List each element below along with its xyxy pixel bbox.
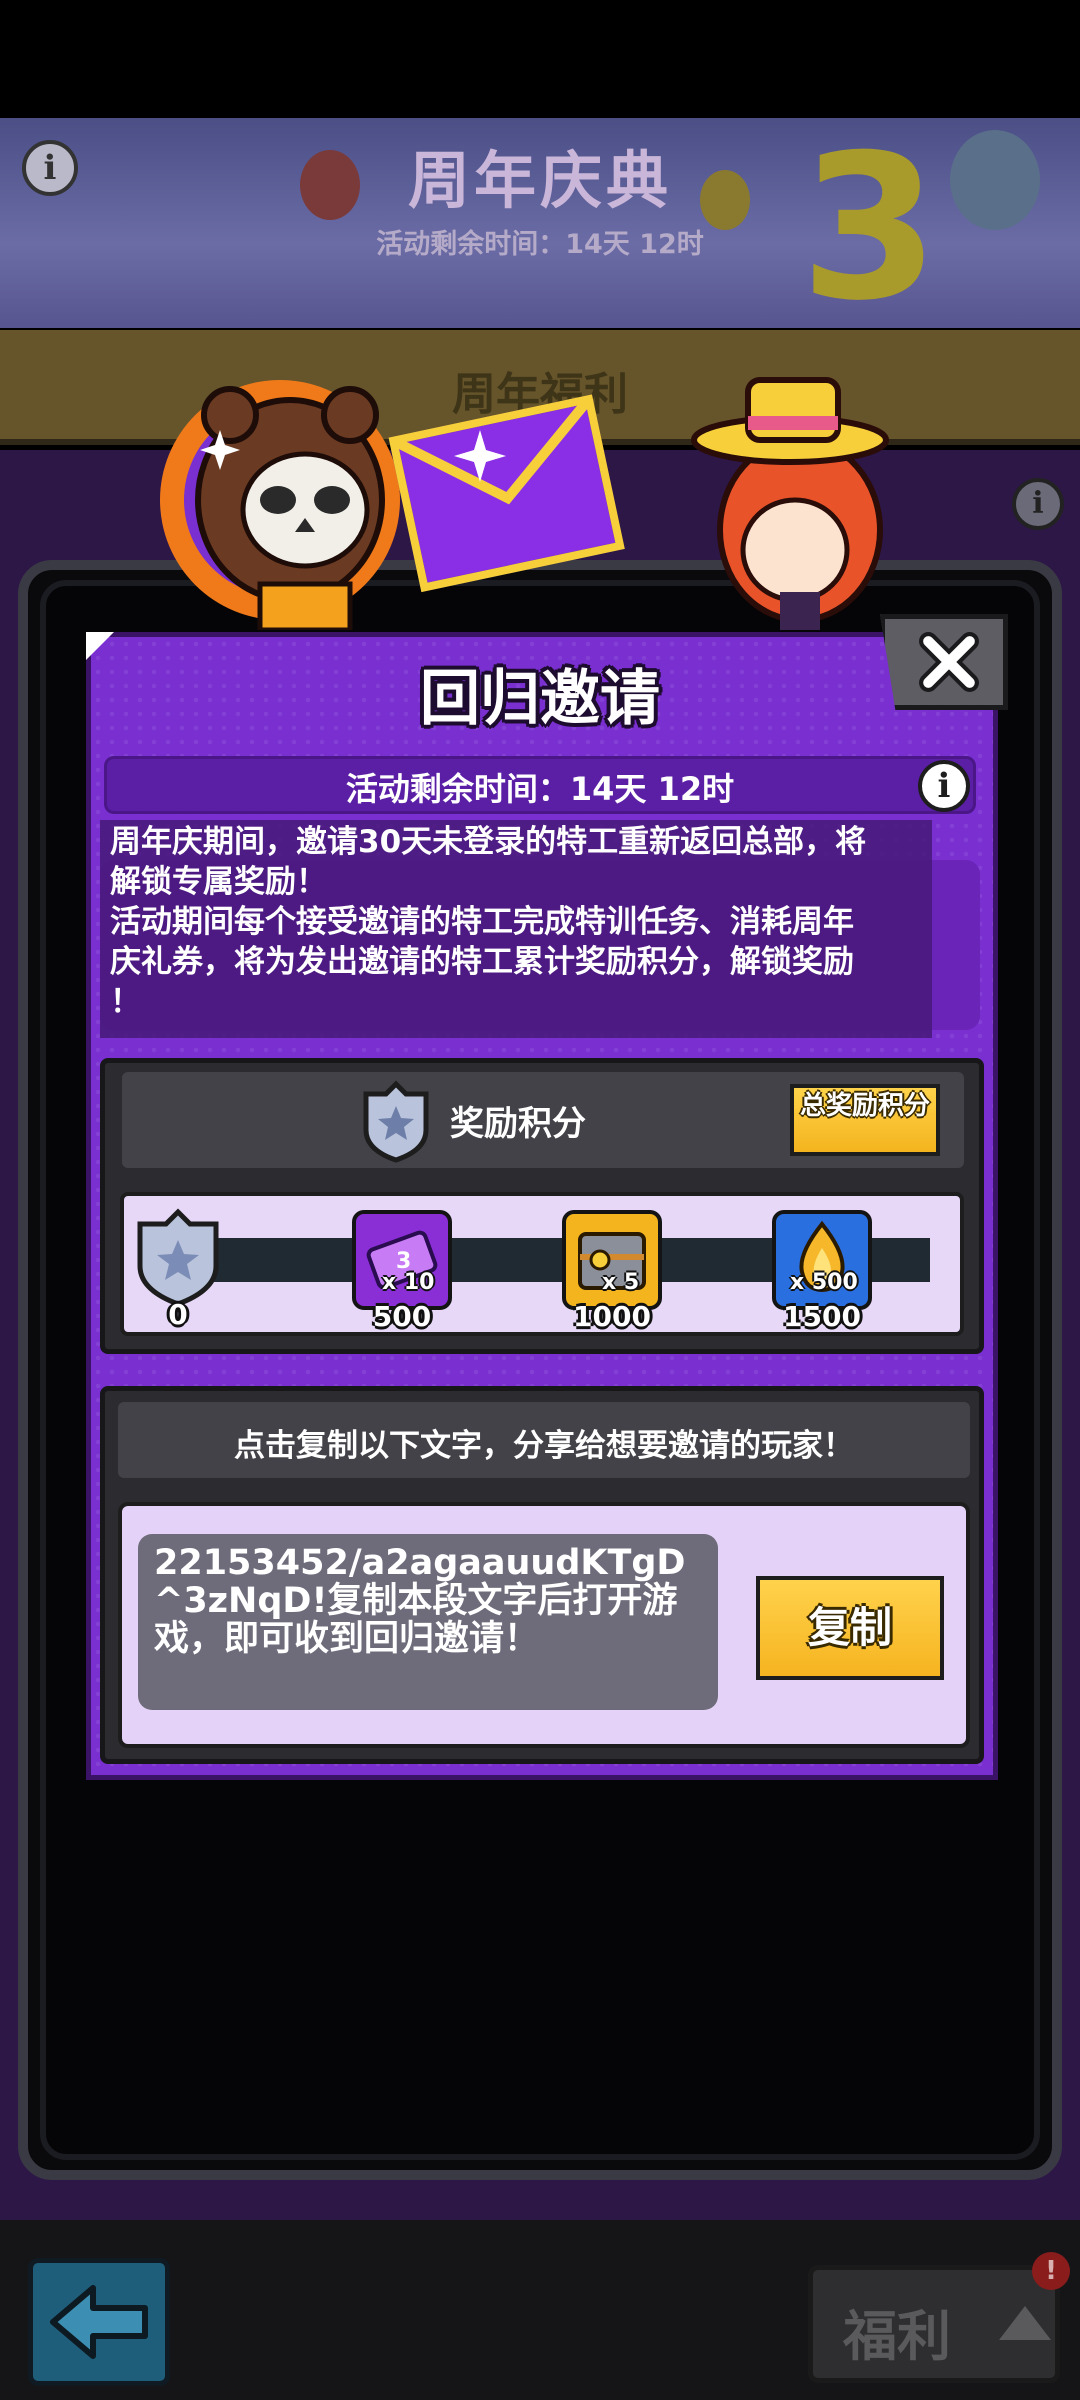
info-icon[interactable]: i — [1012, 478, 1064, 530]
close-button[interactable] — [880, 614, 1008, 710]
notification-badge: ! — [1032, 2252, 1070, 2290]
milestone-value: 1000 — [573, 1300, 651, 1333]
info-icon[interactable]: i — [918, 760, 970, 812]
copy-button[interactable]: 复制 — [756, 1576, 944, 1680]
shield-icon — [363, 1080, 429, 1163]
back-button[interactable] — [28, 2258, 170, 2386]
remaining-time: 活动剩余时间：14天 12时 — [345, 770, 735, 808]
description-text: 周年庆期间，邀请30天未登录的特工重新返回总部，将 解锁专属奖励！ 活动期间每个… — [110, 824, 867, 1020]
envelope-icon — [388, 394, 625, 593]
chevron-up-icon — [999, 2306, 1051, 2340]
benefits-label: 福利 — [843, 2305, 951, 2368]
reward-flame[interactable]: x 500 — [772, 1210, 872, 1310]
milestone-value: 500 — [372, 1300, 432, 1333]
milestone-value: 1500 — [783, 1300, 861, 1333]
shield-icon — [137, 1208, 219, 1307]
total-rewards-button[interactable]: 总奖励积分 — [790, 1084, 940, 1156]
reward-chest[interactable]: x 5 — [562, 1210, 662, 1310]
milestone-start-value: 0 — [168, 1298, 188, 1331]
reward-ticket[interactable]: 3 x 10 — [352, 1210, 452, 1310]
back-arrow-icon — [50, 2285, 148, 2359]
benefits-button[interactable]: 福利 — [808, 2265, 1060, 2383]
reward-points-label: 奖励积分 — [450, 1104, 586, 1144]
anniversary-number: 3 — [800, 112, 940, 345]
reward-count: x 5 — [602, 1270, 640, 1295]
reward-count: x 10 — [382, 1270, 435, 1295]
dialog-header-art — [160, 377, 889, 630]
share-instruction: 点击复制以下文字，分享给想要邀请的玩家！ — [234, 1428, 854, 1464]
reward-count: x 500 — [790, 1270, 858, 1295]
invite-code-text[interactable]: 22153452/a2agaauudKTgD^3zNqD!复制本段文字后打开游戏… — [154, 1544, 714, 1658]
close-icon — [919, 632, 979, 692]
